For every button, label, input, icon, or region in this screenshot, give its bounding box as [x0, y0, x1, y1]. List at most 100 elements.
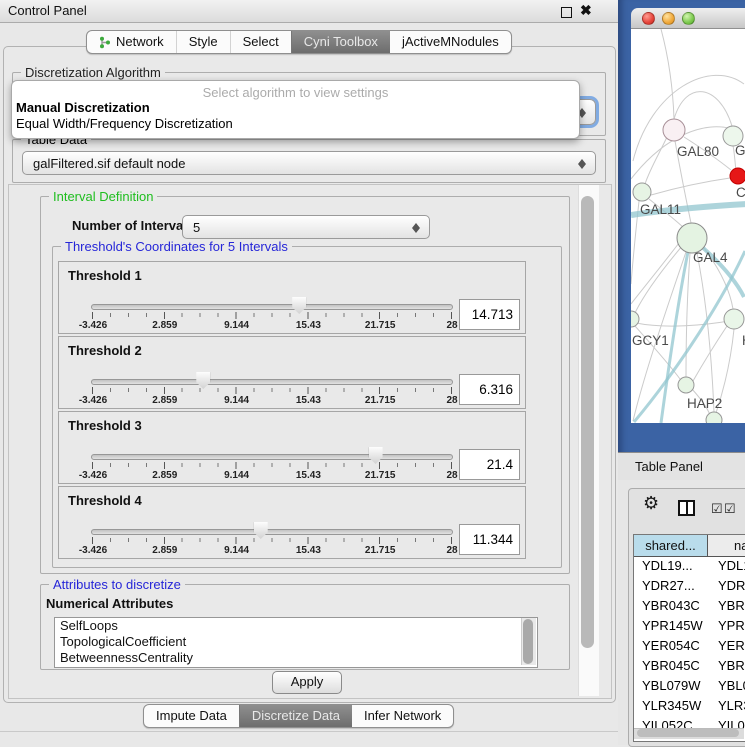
attribute-item-selfloops[interactable]: SelfLoops: [55, 618, 537, 634]
gear-icon[interactable]: ⚙: [643, 494, 659, 512]
tab-discretize-data[interactable]: Discretize Data: [239, 705, 352, 727]
node-label-gal11: GAL11: [640, 202, 681, 217]
table-row[interactable]: YDL19...YDL1: [634, 556, 745, 576]
split-table-icon[interactable]: [678, 500, 695, 516]
bottom-divider: [0, 731, 618, 732]
threshold-panel-4: Threshold 4-3.4262.8599.14415.4321.71528…: [58, 486, 526, 559]
checkbox-icon[interactable]: ☑: [724, 502, 736, 515]
network-canvas[interactable]: GAL80GACGAL11GAL4GCY1HHAP2: [631, 29, 745, 423]
tab-network[interactable]: Network: [87, 31, 176, 53]
tick-label: 9.144: [215, 545, 259, 556]
number-of-intervals-value: 5: [193, 216, 200, 238]
threshold-label: Threshold 4: [68, 493, 142, 508]
table-row[interactable]: YBR045CYBR0: [634, 656, 745, 676]
table-row[interactable]: YBR043CYBR0: [634, 596, 745, 616]
network-node-gal4[interactable]: [677, 223, 707, 253]
node-attribute-table[interactable]: shared... na YDL19...YDL1YDR27...YDR2YBR…: [633, 534, 745, 742]
combo-spinner-icon: [412, 220, 421, 234]
node-label-gal80: GAL80: [677, 144, 719, 159]
tab-style[interactable]: Style: [176, 31, 230, 53]
tab-impute-data[interactable]: Impute Data: [144, 705, 239, 727]
network-node-partial-right[interactable]: [724, 309, 744, 329]
tab-jactivemnodules[interactable]: jActiveMNodules: [390, 31, 511, 53]
network-node-red-node[interactable]: [730, 168, 745, 184]
network-edge: [633, 245, 683, 317]
slider-track[interactable]: [91, 454, 453, 460]
threshold-value-field[interactable]: 11.344: [459, 524, 520, 555]
network-edge: [674, 92, 732, 126]
checkbox-icon[interactable]: ☑: [711, 502, 723, 515]
cell-name: YER0: [708, 636, 745, 656]
table-row[interactable]: YPR145WYPR1: [634, 616, 745, 636]
numerical-attributes-list[interactable]: SelfLoopsTopologicalCoefficientBetweenne…: [54, 617, 538, 668]
tick-label: -3.426: [71, 545, 115, 556]
cell-shared-name: YBR043C: [634, 596, 708, 616]
attribute-item-betweennesscentrality[interactable]: BetweennessCentrality: [55, 650, 537, 666]
dropdown-item-equal-width[interactable]: Equal Width/Frequency Discretization: [16, 116, 233, 131]
network-node-partial-bottom[interactable]: [706, 412, 722, 423]
tab-label: Infer Network: [364, 705, 441, 727]
threshold-panel-2: Threshold 2-3.4262.8599.14415.4321.71528…: [58, 336, 526, 409]
threshold-panel-3: Threshold 3-3.4262.8599.14415.4321.71528…: [58, 411, 526, 484]
float-window-icon[interactable]: [561, 7, 572, 18]
cell-name: YBR0: [708, 656, 745, 676]
tab-label: jActiveMNodules: [402, 31, 499, 53]
tab-infer-network[interactable]: Infer Network: [352, 705, 453, 727]
node-label-ga: GA: [735, 143, 745, 158]
tab-cyni-toolbox[interactable]: Cyni Toolbox: [291, 31, 390, 53]
attributes-scrollbar-thumb[interactable]: [523, 619, 533, 664]
network-node-gal11[interactable]: [633, 183, 651, 201]
mac-close-light[interactable]: [642, 12, 655, 25]
dropdown-item-manual-discretization[interactable]: Manual Discretization: [16, 100, 150, 115]
tick-label: 21.715: [358, 320, 402, 331]
slider-track[interactable]: [91, 529, 453, 535]
network-node-gal80[interactable]: [663, 119, 685, 141]
number-of-intervals-combobox[interactable]: 5: [182, 215, 430, 239]
node-label-gcy1: GCY1: [632, 333, 669, 348]
slider-track[interactable]: [91, 304, 453, 310]
table-panel-titlebar: Table Panel: [618, 452, 745, 481]
attribute-item-topologicalcoefficient[interactable]: TopologicalCoefficient: [55, 634, 537, 650]
network-window-titlebar[interactable]: [631, 8, 745, 29]
threshold-value-field[interactable]: 21.4: [459, 449, 520, 480]
close-icon[interactable]: ✖: [580, 2, 592, 19]
slider-major-ticks: [92, 387, 454, 394]
network-node-gcy1[interactable]: [631, 311, 639, 327]
attributes-group-label: Attributes to discretize: [49, 577, 185, 592]
vertical-scrollbar-thumb[interactable]: [581, 196, 594, 648]
mac-zoom-light[interactable]: [682, 12, 695, 25]
table-row[interactable]: YER054CYER0: [634, 636, 745, 656]
cell-shared-name: YDL19...: [634, 556, 708, 576]
tick-label: 21.715: [358, 395, 402, 406]
interval-definition-label: Interval Definition: [49, 189, 157, 204]
table-data-combobox[interactable]: galFiltered.sif default node: [22, 151, 596, 175]
cell-name: YLR3: [708, 696, 745, 716]
tab-select[interactable]: Select: [230, 31, 291, 53]
network-edge: [661, 29, 674, 119]
tick-label: -3.426: [71, 470, 115, 481]
table-row[interactable]: YLR345WYLR3: [634, 696, 745, 716]
threshold-value-field[interactable]: 14.713: [459, 299, 520, 330]
cell-name: YBL0: [708, 676, 745, 696]
column-header-shared-name[interactable]: shared...: [634, 535, 708, 556]
threshold-value-field[interactable]: 6.316: [459, 374, 520, 405]
cell-shared-name: YER054C: [634, 636, 708, 656]
network-node-hap2[interactable]: [678, 377, 694, 393]
table-row[interactable]: YBL079WYBL0: [634, 676, 745, 696]
threshold-label: Threshold 1: [68, 268, 142, 283]
bottom-tab-bar: Impute DataDiscretize Data Infer Network: [143, 704, 454, 728]
slider-track[interactable]: [91, 379, 453, 385]
tab-label: Style: [189, 31, 218, 53]
slider-major-ticks: [92, 537, 454, 544]
mac-minimize-light[interactable]: [662, 12, 675, 25]
cell-shared-name: YPR145W: [634, 616, 708, 636]
cell-name: YDR2: [708, 576, 745, 596]
network-edge: [636, 321, 729, 326]
column-header-name[interactable]: na: [708, 535, 745, 556]
apply-button[interactable]: Apply: [272, 671, 342, 694]
table-row[interactable]: YDR27...YDR2: [634, 576, 745, 596]
threshold-label: Threshold 3: [68, 418, 142, 433]
tab-label: Network: [116, 31, 164, 53]
tick-label: 2.859: [143, 545, 187, 556]
table-horizontal-scrollbar-thumb[interactable]: [637, 729, 739, 737]
